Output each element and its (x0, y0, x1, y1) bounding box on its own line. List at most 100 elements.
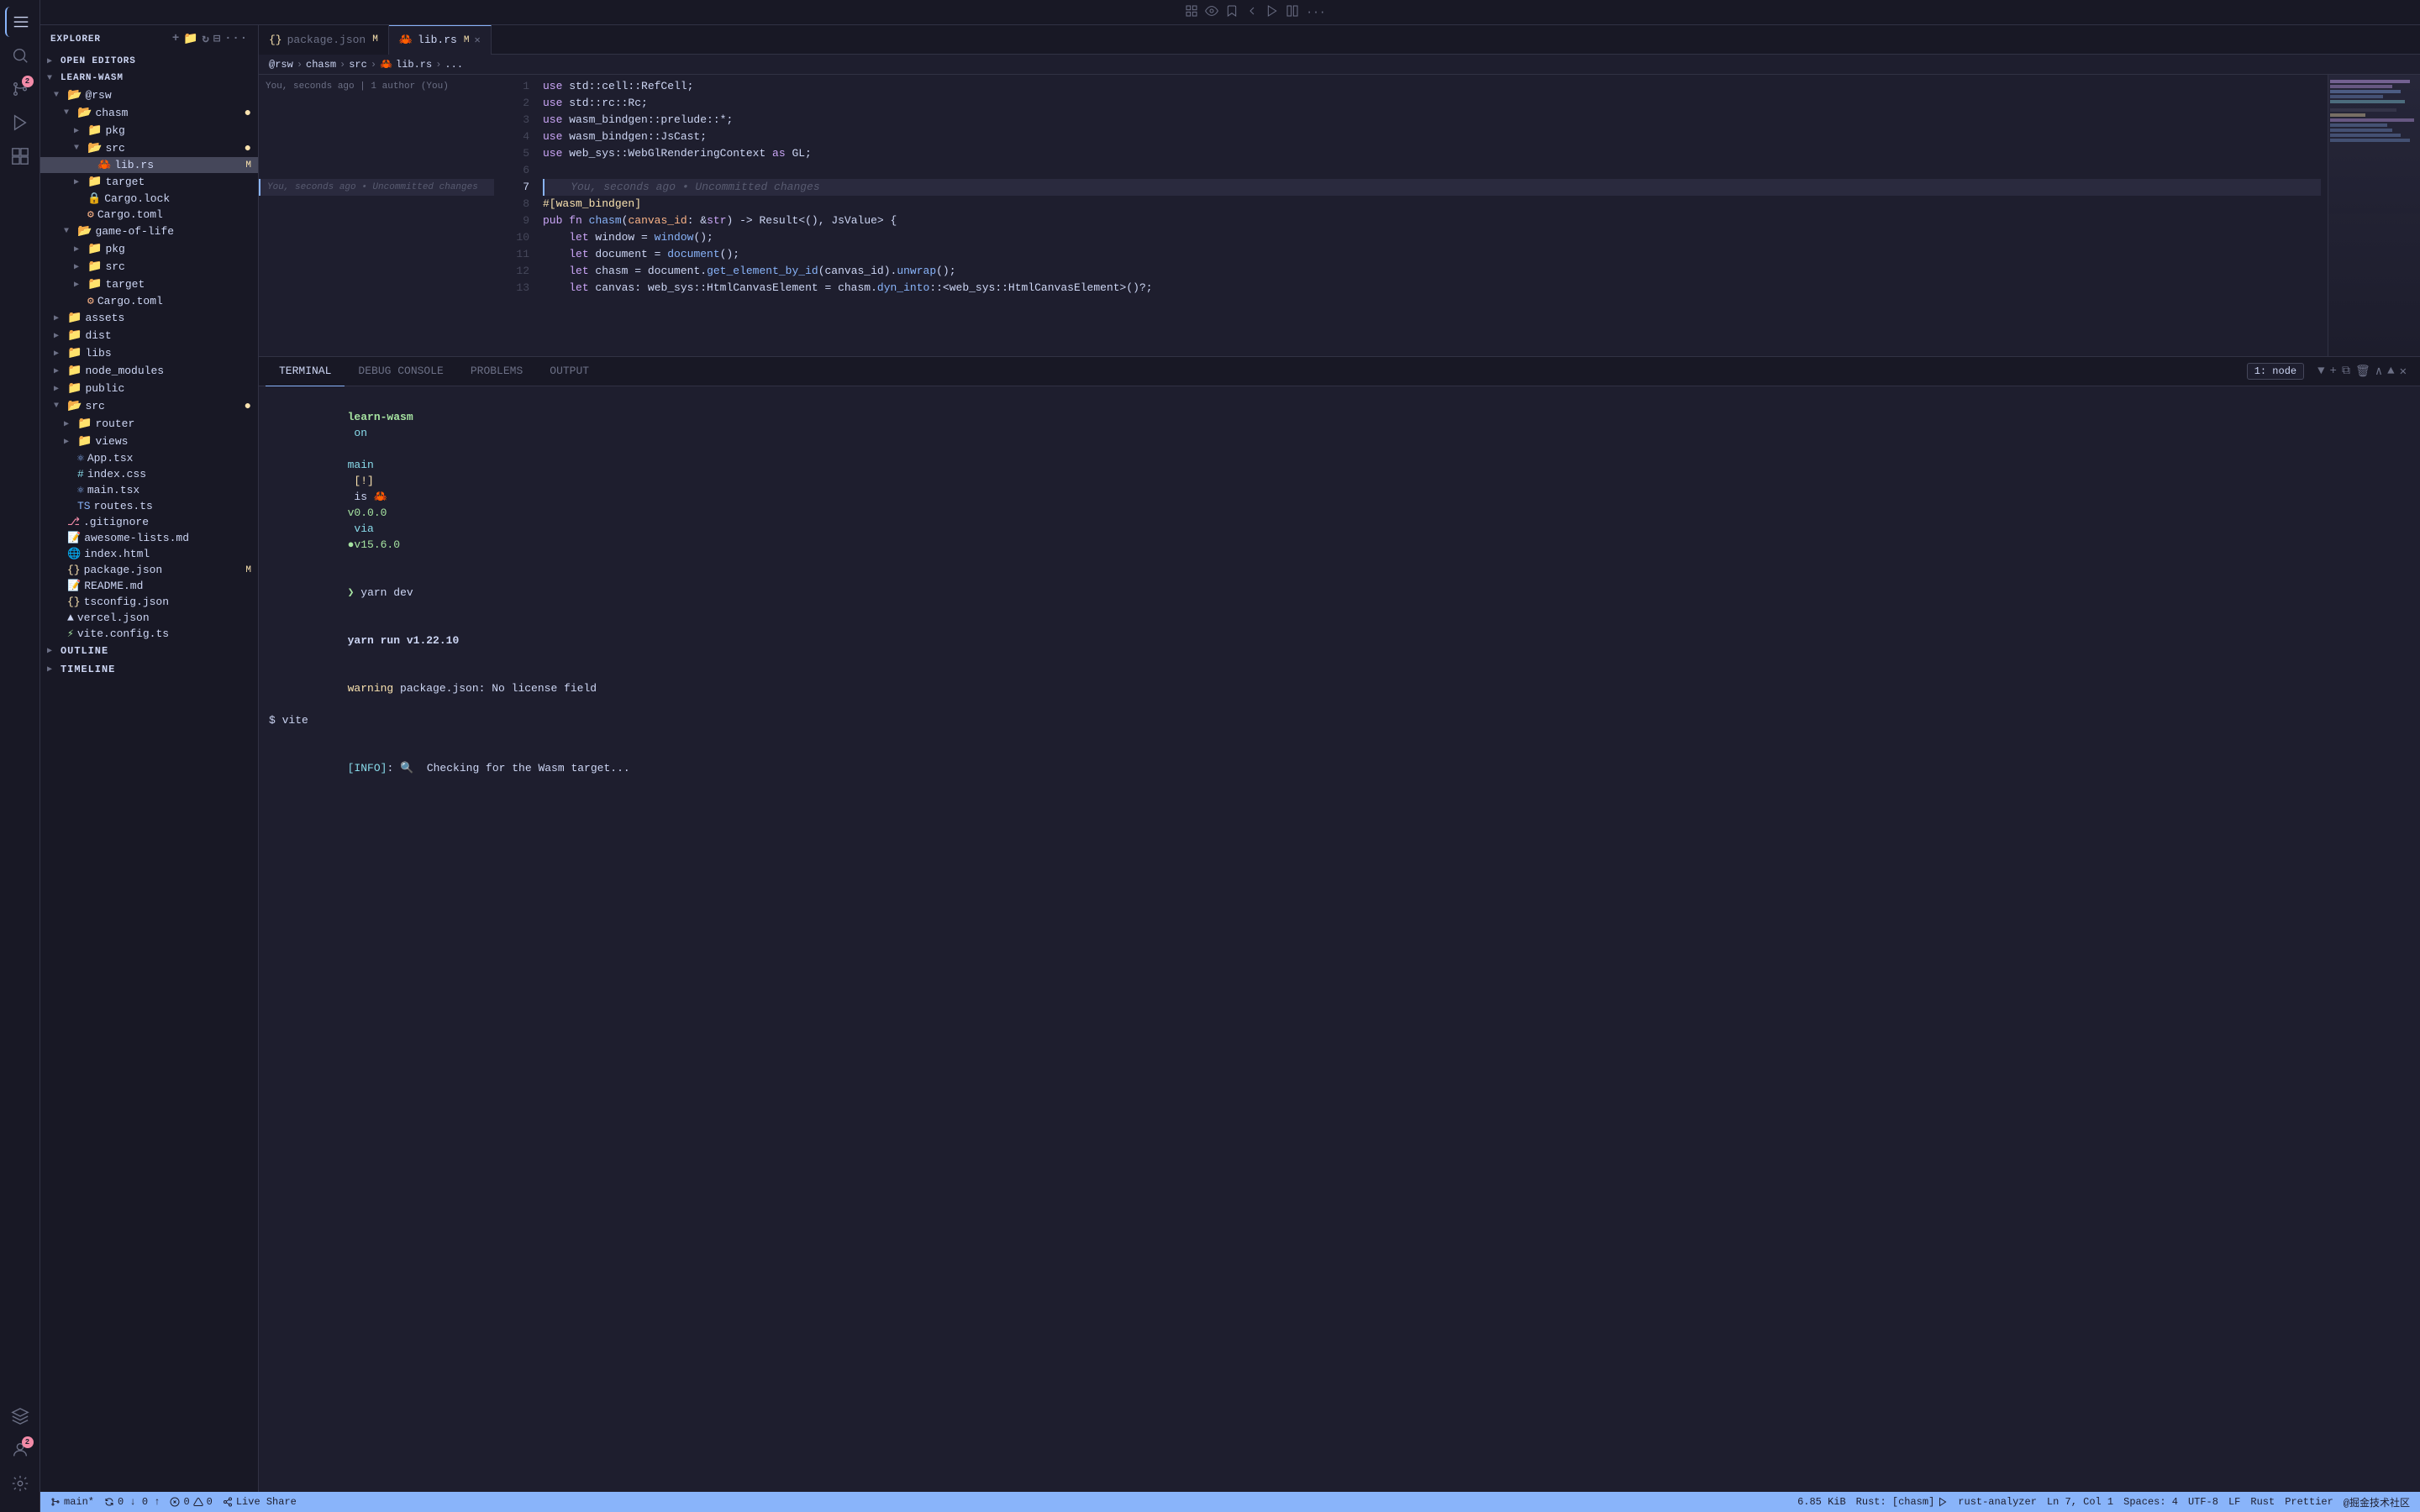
account-activity-icon[interactable]: 2 (5, 1435, 35, 1465)
terminal-tab-output[interactable]: OUTPUT (536, 357, 602, 386)
new-folder-icon[interactable]: 📁 (183, 32, 198, 46)
breadcrumb-ellipsis[interactable]: ... (445, 59, 463, 71)
file-gitignore[interactable]: ⎇ .gitignore (40, 514, 258, 530)
game-toml-icon: ⚙ (87, 295, 94, 307)
status-file-size[interactable]: 6.85 KiB (1797, 1496, 1846, 1508)
folder-node-modules[interactable]: ▶ 📁 node_modules (40, 362, 258, 380)
breadcrumb-rsw[interactable]: @rsw (269, 59, 293, 71)
terminal-maximize-icon[interactable]: ▲ (2387, 365, 2394, 378)
terminal-split-icon[interactable]: ⧉ (2342, 365, 2350, 378)
terminal-line-vite-cmd: $ vite (269, 712, 2410, 728)
status-language[interactable]: Rust (2250, 1496, 2275, 1508)
file-package-json[interactable]: {} package.json M (40, 562, 258, 578)
status-rust-analyzer[interactable]: rust-analyzer (1958, 1496, 2037, 1508)
run-activity-icon[interactable] (5, 108, 35, 138)
file-readme[interactable]: 📝 README.md (40, 578, 258, 594)
folder-target[interactable]: ▶ 📁 target (40, 173, 258, 191)
terminal-add-icon[interactable]: + (2330, 365, 2337, 378)
extensions-activity-icon[interactable] (5, 141, 35, 171)
refresh-icon[interactable]: ↻ (203, 32, 210, 46)
terminal-tab-debug[interactable]: DEBUG CONSOLE (345, 357, 456, 386)
breadcrumb-chasm[interactable]: chasm (306, 59, 336, 71)
folder-dist[interactable]: ▶ 📁 dist (40, 327, 258, 344)
status-branch[interactable]: main* (50, 1496, 94, 1508)
file-app-tsx[interactable]: ⚛ App.tsx (40, 450, 258, 466)
chevron-left-icon[interactable] (1245, 4, 1259, 21)
bookmark-icon[interactable] (1225, 4, 1239, 21)
code-line-3: use wasm_bindgen::prelude::*; (543, 112, 2321, 129)
timeline-section-header[interactable]: ▶ TIMELINE (40, 660, 258, 679)
status-errors[interactable]: 0 0 (170, 1496, 212, 1508)
explorer-activity-icon[interactable] (5, 7, 35, 37)
status-prettier[interactable]: Prettier (2285, 1496, 2333, 1508)
chasm-modified-dot: ● (245, 107, 251, 120)
outline-section-header[interactable]: ▶ OUTLINE (40, 642, 258, 660)
folder-chasm[interactable]: ▼ 📂 chasm ● (40, 104, 258, 122)
blame-uncommitted: You, seconds ago • Uncommitted changes (259, 179, 494, 196)
lib-rs-close-btn[interactable]: ✕ (474, 34, 480, 46)
file-game-cargo-toml[interactable]: ⚙ Cargo.toml (40, 293, 258, 309)
file-lib-rs[interactable]: 🦀 lib.rs M (40, 157, 258, 173)
file-vite-config[interactable]: ⚡ vite.config.ts (40, 626, 258, 642)
status-line-ending[interactable]: LF (2228, 1496, 2240, 1508)
terminal-tab-terminal[interactable]: TERMINAL (266, 357, 345, 386)
tab-lib-rs[interactable]: 🦀 lib.rs M ✕ (389, 25, 492, 55)
terminal-trash-icon[interactable]: 🗑 (2355, 365, 2370, 379)
terminal-tab-problems[interactable]: PROBLEMS (457, 357, 536, 386)
status-live-share[interactable]: Live Share (223, 1496, 297, 1508)
file-vercel[interactable]: ▲ vercel.json (40, 610, 258, 626)
prettier-label: Prettier (2285, 1496, 2333, 1508)
folder-root-src[interactable]: ▼ 📂 src ● (40, 397, 258, 415)
tab-package-json[interactable]: {} package.json M (259, 25, 389, 55)
file-cargo-toml[interactable]: ⚙ Cargo.toml (40, 207, 258, 223)
settings-activity-icon[interactable] (5, 1468, 35, 1499)
status-left: main* 0 ↓ 0 ↑ 0 0 (50, 1496, 297, 1508)
folder-game-pkg[interactable]: ▶ 📁 pkg (40, 240, 258, 258)
eye-icon[interactable] (1205, 4, 1218, 21)
scm-badge: 2 (22, 76, 34, 87)
folder-views[interactable]: ▶ 📁 views (40, 433, 258, 450)
file-tsconfig[interactable]: {} tsconfig.json (40, 594, 258, 610)
terminal-dropdown-icon[interactable]: ▼ (2317, 365, 2324, 378)
file-cargo-lock[interactable]: 🔒 Cargo.lock (40, 191, 258, 207)
folder-router[interactable]: ▶ 📁 router (40, 415, 258, 433)
breadcrumb-lib-rs[interactable]: lib.rs (396, 59, 432, 71)
terminal-content[interactable]: learn-wasm on main [!] is 🦀 v0.0.0 via ●… (259, 386, 2420, 776)
status-rust-chasm[interactable]: Rust: [chasm] (1856, 1496, 1949, 1508)
file-routes-ts[interactable]: TS routes.ts (40, 498, 258, 514)
package-json-tab-icon: {} (269, 34, 282, 46)
folder-pkg[interactable]: ▶ 📁 pkg (40, 122, 258, 139)
search-activity-icon[interactable] (5, 40, 35, 71)
new-file-icon[interactable]: + (172, 32, 180, 46)
collapse-icon[interactable]: ⊟ (213, 32, 221, 46)
folder-libs[interactable]: ▶ 📁 libs (40, 344, 258, 362)
status-sync[interactable]: 0 ↓ 0 ↑ (104, 1496, 160, 1508)
play-icon[interactable] (1265, 4, 1279, 21)
terminal-close-icon[interactable]: ✕ (2400, 365, 2407, 379)
folder-rsw[interactable]: ▼ 📂 @rsw (40, 87, 258, 104)
breadcrumb-src[interactable]: src (349, 59, 367, 71)
file-index-css[interactable]: # index.css (40, 466, 258, 482)
file-index-html[interactable]: 🌐 index.html (40, 546, 258, 562)
file-main-tsx[interactable]: ⚛ main.tsx (40, 482, 258, 498)
layout-icon[interactable] (1185, 4, 1198, 21)
remote-activity-icon[interactable] (5, 1401, 35, 1431)
file-awesome-lists[interactable]: 📝 awesome-lists.md (40, 530, 258, 546)
more-icon[interactable]: ··· (1306, 6, 1325, 18)
folder-game-target[interactable]: ▶ 📁 target (40, 276, 258, 293)
folder-chasm-src[interactable]: ▼ 📂 src ● (40, 139, 258, 157)
learn-wasm-section[interactable]: ▼ LEARN-WASM (40, 70, 258, 87)
folder-assets[interactable]: ▶ 📁 assets (40, 309, 258, 327)
status-encoding[interactable]: UTF-8 (2188, 1496, 2218, 1508)
status-spaces[interactable]: Spaces: 4 (2123, 1496, 2178, 1508)
scm-activity-icon[interactable]: 2 (5, 74, 35, 104)
folder-game-of-life[interactable]: ▼ 📂 game-of-life (40, 223, 258, 240)
timeline-label: TIMELINE (60, 664, 115, 675)
split-editor-icon[interactable] (1286, 4, 1299, 21)
status-position[interactable]: Ln 7, Col 1 (2047, 1496, 2113, 1508)
more-sidebar-icon[interactable]: ··· (224, 32, 248, 46)
folder-game-src[interactable]: ▶ 📁 src (40, 258, 258, 276)
open-editors-section[interactable]: ▶ OPEN EDITORS (40, 53, 258, 70)
terminal-collapse-icon[interactable]: ∧ (2375, 365, 2382, 379)
folder-public[interactable]: ▶ 📁 public (40, 380, 258, 397)
